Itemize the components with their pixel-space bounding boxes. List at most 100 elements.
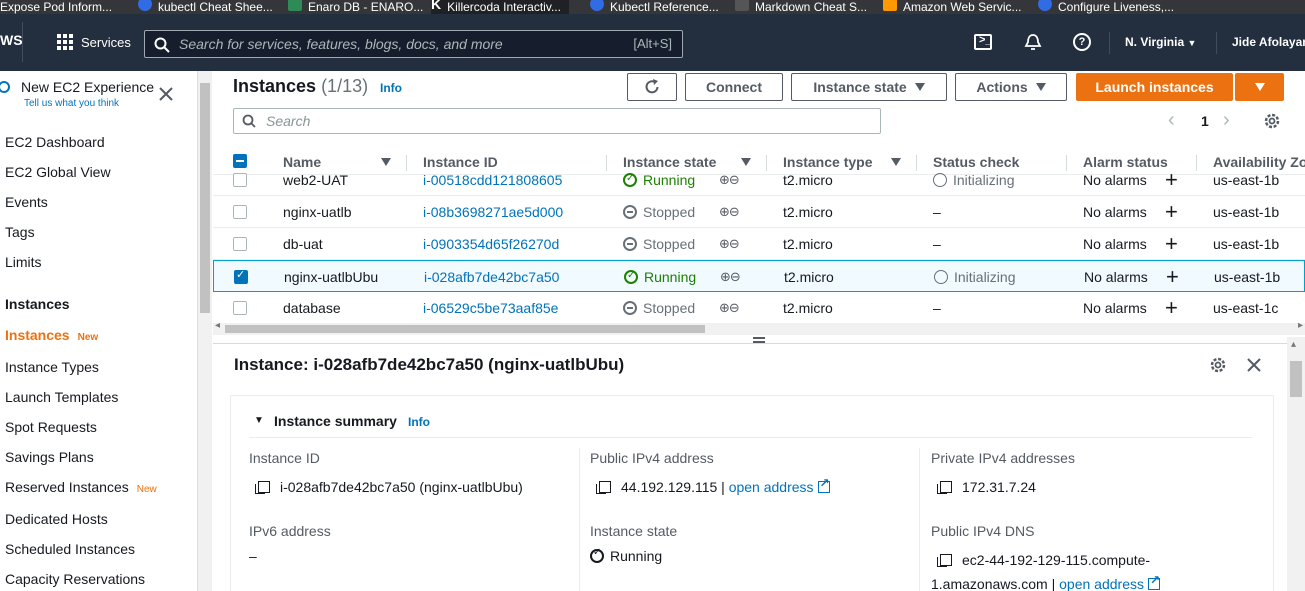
summary-heading[interactable]: Instance summary (274, 413, 397, 429)
bookmark[interactable]: Amazon Web Servic... (883, 0, 1022, 14)
launch-dropdown-button[interactable] (1235, 73, 1284, 101)
user-menu[interactable]: Jide Afolayan (1232, 35, 1305, 49)
scrollbar-thumb[interactable] (1290, 361, 1302, 397)
open-address-link[interactable]: open address (1059, 576, 1144, 591)
scroll-right-icon[interactable]: ▸ (1298, 320, 1303, 331)
instance-name[interactable]: nginx-uatlbUbu (284, 261, 378, 293)
bookmark[interactable]: kubectl Cheat Shee... (138, 0, 273, 14)
sidebar-item-launch-templates[interactable]: Launch Templates (5, 389, 118, 405)
instance-id-link[interactable]: i-0903354d65f26270d (423, 228, 559, 260)
close-icon[interactable] (158, 86, 174, 102)
region-selector[interactable]: N. Virginia ▼ (1125, 35, 1196, 49)
sidebar-item-savings-plans[interactable]: Savings Plans (5, 449, 94, 465)
add-alarm-icon[interactable]: + (1166, 261, 1179, 293)
scrollbar-thumb[interactable] (200, 83, 210, 313)
sidebar-item-spot-requests[interactable]: Spot Requests (5, 419, 97, 435)
instance-id-link[interactable]: i-028afb7de42bc7a50 (424, 261, 559, 293)
scrollbar-thumb[interactable] (225, 325, 705, 333)
launch-instances-button[interactable]: Launch instances (1076, 73, 1233, 101)
row-checkbox[interactable] (233, 301, 247, 315)
global-search-input[interactable]: Search for services, features, blogs, do… (144, 30, 683, 58)
zoom-icons[interactable]: ⊕⊖ (719, 292, 740, 324)
scroll-up-icon[interactable]: ▴ (1291, 339, 1296, 350)
sidebar-item-instances[interactable]: Instances New (5, 327, 98, 343)
gear-icon[interactable] (1209, 356, 1227, 374)
add-alarm-icon[interactable]: + (1165, 164, 1178, 196)
row-checkbox[interactable] (233, 205, 247, 219)
zoom-icons[interactable]: ⊕⊖ (720, 261, 741, 293)
bookmark[interactable]: K Killercoda Interactiv... (431, 0, 569, 14)
instance-name[interactable]: nginx-uatlb (283, 196, 352, 228)
bookmark[interactable]: Configure Liveness,... (1038, 0, 1174, 14)
instance-name[interactable]: web2-UAT (283, 164, 348, 196)
open-address-link[interactable]: open address (729, 479, 814, 495)
bookmark[interactable]: Kubectl Reference... (590, 0, 719, 14)
services-menu[interactable]: Services (81, 35, 131, 50)
sidebar-item-reserved-instances[interactable]: Reserved Instances New (5, 479, 157, 495)
add-alarm-icon[interactable]: + (1165, 292, 1178, 324)
connect-button[interactable]: Connect (685, 73, 783, 101)
page-number[interactable]: 1 (1201, 113, 1209, 129)
copy-icon[interactable] (937, 481, 952, 494)
instance-search-input[interactable]: Search (233, 108, 881, 134)
sidebar-item-capacity-reservations[interactable]: Capacity Reservations (5, 571, 145, 587)
bell-icon[interactable] (1024, 33, 1042, 51)
instance-name[interactable]: db-uat (283, 228, 323, 260)
add-alarm-icon[interactable]: + (1165, 228, 1178, 260)
row-checkbox[interactable] (233, 237, 247, 251)
sidebar-scrollbar[interactable] (197, 71, 212, 591)
copy-icon[interactable] (937, 554, 952, 567)
aws-logo[interactable]: WS (0, 32, 23, 48)
bookmark[interactable]: Markdown Cheat S... (735, 0, 867, 14)
collapse-caret-icon[interactable]: ▼ (254, 415, 264, 426)
zoom-icons[interactable]: ⊕⊖ (719, 164, 740, 196)
cloudshell-icon[interactable]: >_ (974, 34, 992, 50)
feedback-link[interactable]: Tell us what you think (24, 98, 119, 109)
bookmark[interactable]: Enaro DB - ENARO... (288, 0, 423, 14)
sidebar-item-ec2-dashboard[interactable]: EC2 Dashboard (5, 134, 105, 150)
scroll-left-icon[interactable]: ◂ (215, 320, 220, 331)
table-row[interactable]: database i-06529c5be73aaf85e Stopped ⊕⊖ t2.m… (213, 292, 1305, 324)
instance-state-button[interactable]: Instance state (791, 73, 947, 101)
sidebar-item-global-view[interactable]: EC2 Global View (5, 164, 111, 180)
details-scrollbar[interactable]: ▴ (1287, 337, 1305, 591)
toggle-icon[interactable] (0, 81, 10, 93)
info-link[interactable]: Info (380, 81, 402, 95)
table-horizontal-scrollbar[interactable]: ◂ ▸ (213, 320, 1305, 335)
row-checkbox[interactable]: ✓ (234, 269, 248, 284)
zoom-icons[interactable]: ⊕⊖ (719, 196, 740, 228)
prev-page-icon[interactable]: ‹ (1168, 109, 1175, 132)
info-link[interactable]: Info (408, 415, 430, 429)
sidebar-item-tags[interactable]: Tags (5, 224, 35, 240)
bookmark[interactable]: Expose Pod Inform... (0, 0, 112, 14)
external-link-icon[interactable] (1147, 573, 1160, 590)
close-icon[interactable] (1246, 357, 1262, 373)
instance-id-link[interactable]: i-08b3698271ae5d000 (423, 196, 563, 228)
sidebar-item-limits[interactable]: Limits (5, 254, 42, 270)
services-grid-icon[interactable] (57, 34, 73, 50)
zoom-icons[interactable]: ⊕⊖ (719, 228, 740, 260)
split-panel-handle[interactable] (213, 335, 1305, 343)
copy-icon[interactable] (596, 481, 611, 494)
sidebar-item-instance-types[interactable]: Instance Types (5, 359, 99, 375)
sidebar-item-events[interactable]: Events (5, 194, 48, 210)
table-row[interactable]: web2-UAT i-00518cdd121808605 ✓ Running ⊕⊖ t2.… (213, 164, 1305, 196)
instance-id-link[interactable]: i-06529c5be73aaf85e (423, 292, 558, 324)
copy-icon[interactable] (255, 481, 270, 494)
help-icon[interactable]: ? (1073, 33, 1091, 51)
row-checkbox[interactable] (233, 173, 247, 187)
table-row[interactable]: db-uat i-0903354d65f26270d Stopped ⊕⊖ t2.mic… (213, 228, 1305, 260)
instance-name[interactable]: database (283, 292, 341, 324)
add-alarm-icon[interactable]: + (1165, 196, 1178, 228)
table-row[interactable]: ✓ nginx-uatlbUbu i-028afb7de42bc7a50 ✓ Runni… (213, 260, 1305, 292)
sidebar-section-instances[interactable]: Instances (5, 296, 70, 312)
external-link-icon[interactable] (817, 476, 830, 493)
refresh-button[interactable] (627, 73, 677, 101)
next-page-icon[interactable]: › (1223, 109, 1230, 132)
sidebar-item-scheduled-instances[interactable]: Scheduled Instances (5, 541, 135, 557)
actions-button[interactable]: Actions (955, 73, 1067, 101)
instance-id-link[interactable]: i-00518cdd121808605 (423, 164, 562, 196)
table-row[interactable]: nginx-uatlb i-08b3698271ae5d000 Stopped ⊕⊖ t… (213, 196, 1305, 228)
gear-icon[interactable] (1263, 112, 1281, 130)
sidebar-item-dedicated-hosts[interactable]: Dedicated Hosts (5, 511, 108, 527)
